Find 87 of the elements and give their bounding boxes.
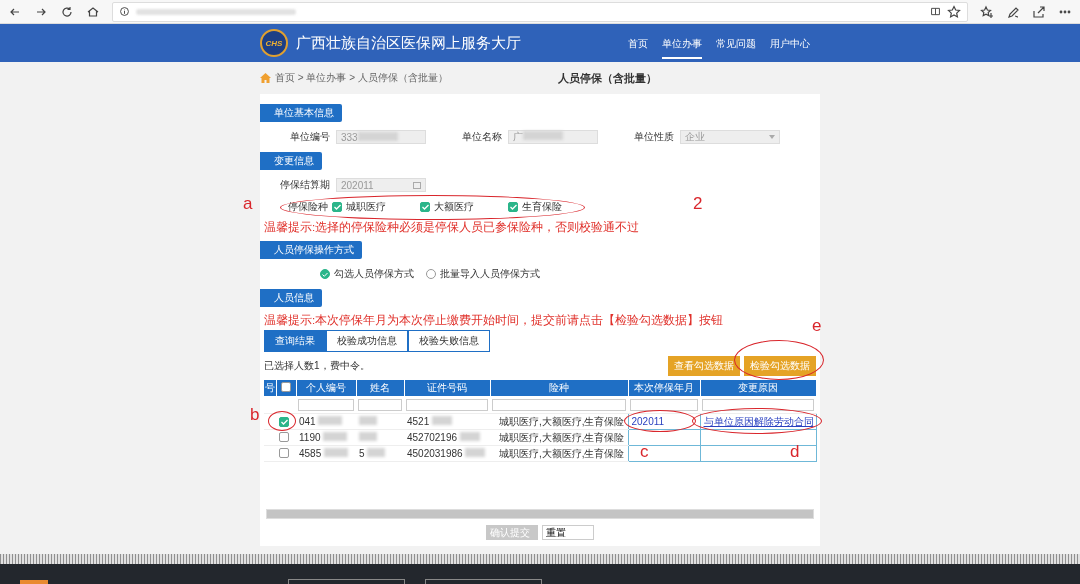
table-cell: 5 bbox=[359, 448, 365, 459]
section-heading: 人员停保操作方式 bbox=[260, 241, 362, 259]
filter-field[interactable] bbox=[702, 398, 814, 411]
share-icon[interactable] bbox=[1032, 4, 1046, 19]
filter-field[interactable] bbox=[358, 398, 402, 411]
table-cell: 4521 bbox=[407, 416, 430, 427]
field-label: 单位名称 bbox=[461, 130, 502, 144]
page-title: 人员停保（含批量） bbox=[557, 70, 657, 86]
filter-field[interactable] bbox=[298, 398, 354, 411]
redacted-block bbox=[465, 448, 486, 457]
row-checkbox[interactable] bbox=[279, 417, 289, 427]
checkbox[interactable] bbox=[420, 202, 430, 212]
tab[interactable]: 查询结果 bbox=[264, 330, 326, 352]
radio-button[interactable] bbox=[426, 269, 436, 279]
annotation-label: a bbox=[243, 194, 253, 214]
checkbox[interactable] bbox=[508, 202, 518, 212]
nav-link[interactable]: 常见问题 bbox=[716, 27, 756, 59]
annotation-label: d bbox=[790, 442, 800, 462]
filter-field[interactable] bbox=[630, 398, 698, 411]
redacted-block bbox=[432, 416, 453, 425]
redacted-block bbox=[459, 432, 480, 441]
info-icon[interactable] bbox=[119, 6, 130, 17]
redacted-block bbox=[367, 448, 386, 457]
column-header: 变更原因 bbox=[700, 380, 816, 396]
checkbox-label: 生育保险 bbox=[522, 200, 562, 214]
table-cell: 城职医疗,大额医疗,生育保险 bbox=[498, 447, 625, 459]
radio-label: 批量导入人员停保方式 bbox=[440, 267, 540, 281]
table-cell: 041 bbox=[299, 416, 316, 427]
form-button[interactable]: 重置 bbox=[542, 525, 594, 540]
refresh-icon[interactable] bbox=[60, 4, 74, 19]
reading-view-icon[interactable] bbox=[930, 6, 941, 17]
annotation-label: 2 bbox=[693, 194, 703, 214]
breadcrumb: 首页 > 单位办事 > 人员停保（含批量） bbox=[275, 71, 448, 85]
column-header: 个人编号 bbox=[296, 380, 356, 396]
column-header: 证件号码 bbox=[404, 380, 490, 396]
dropdown-arrow-icon bbox=[769, 135, 775, 139]
horizontal-scrollbar[interactable] bbox=[266, 509, 814, 519]
section-heading: 人员信息 bbox=[260, 289, 322, 307]
table-cell: 452702196 bbox=[407, 432, 458, 443]
tab[interactable]: 校验成功信息 bbox=[326, 330, 408, 352]
redacted-block bbox=[357, 131, 398, 141]
table-cell: 4502031986 bbox=[407, 448, 463, 459]
selection-summary: 已选择人数1，费中令。 bbox=[264, 359, 370, 373]
filter-field[interactable] bbox=[406, 398, 488, 411]
filter-field[interactable] bbox=[492, 398, 626, 411]
logo: CHS bbox=[260, 29, 288, 57]
tab[interactable]: 校验失败信息 bbox=[408, 330, 490, 352]
site-title: 广西壮族自治区医保网上服务大厅 bbox=[296, 33, 521, 53]
checkbox-label: 城职医疗 bbox=[346, 200, 386, 214]
nav-link[interactable]: 用户中心 bbox=[770, 27, 810, 59]
field-label: 单位性质 bbox=[633, 130, 674, 144]
star-icon[interactable] bbox=[947, 4, 961, 19]
radio-label: 勾选人员停保方式 bbox=[334, 267, 414, 281]
annotation-label: c bbox=[640, 442, 649, 462]
table-cell: 城职医疗,大额医疗,生育保险 bbox=[498, 415, 625, 427]
row-checkbox[interactable] bbox=[279, 431, 289, 442]
section-heading: 单位基本信息 bbox=[260, 104, 342, 122]
row-checkbox[interactable] bbox=[279, 447, 289, 458]
redacted-block bbox=[324, 448, 349, 457]
calendar-icon bbox=[413, 181, 421, 189]
radio-button[interactable] bbox=[320, 269, 330, 279]
nav-link[interactable]: 首页 bbox=[628, 27, 648, 59]
field-label: 停保险种 bbox=[288, 200, 328, 214]
section-heading: 变更信息 bbox=[260, 152, 322, 170]
select-all-checkbox[interactable] bbox=[281, 382, 291, 392]
field-label: 停保结算期 bbox=[279, 178, 330, 192]
warning-tip: 温馨提示:选择的停保险种必须是停保人员已参保险种，否则校验通不过 bbox=[263, 220, 641, 235]
annotation-label: e bbox=[812, 316, 822, 336]
redacted-block bbox=[318, 416, 343, 425]
nav-link[interactable]: 单位办事 bbox=[662, 27, 702, 59]
redacted-block bbox=[359, 416, 377, 425]
redacted-block bbox=[323, 432, 348, 441]
column-header: 本次停保年月 bbox=[628, 380, 700, 396]
checkbox-label: 大额医疗 bbox=[434, 200, 474, 214]
redacted-block bbox=[523, 131, 563, 140]
field-label: 单位编号 bbox=[289, 130, 330, 144]
checkbox[interactable] bbox=[332, 202, 342, 212]
table-cell: 4585 bbox=[299, 448, 322, 459]
warning-tip: 温馨提示:本次停保年月为本次停止缴费开始时间，提交前请点击【检验勾选数据】按钮 bbox=[263, 313, 725, 328]
column-header: 姓名 bbox=[356, 380, 404, 396]
favorites-icon[interactable] bbox=[980, 4, 994, 19]
redacted-block bbox=[359, 432, 377, 441]
table-cell: 1190 bbox=[299, 432, 321, 443]
annotation-label: b bbox=[250, 405, 260, 425]
table-cell: 城职医疗,大额医疗,生育保险 bbox=[498, 431, 625, 443]
column-header: 险种 bbox=[490, 380, 628, 396]
column-header: 号 bbox=[264, 380, 276, 396]
